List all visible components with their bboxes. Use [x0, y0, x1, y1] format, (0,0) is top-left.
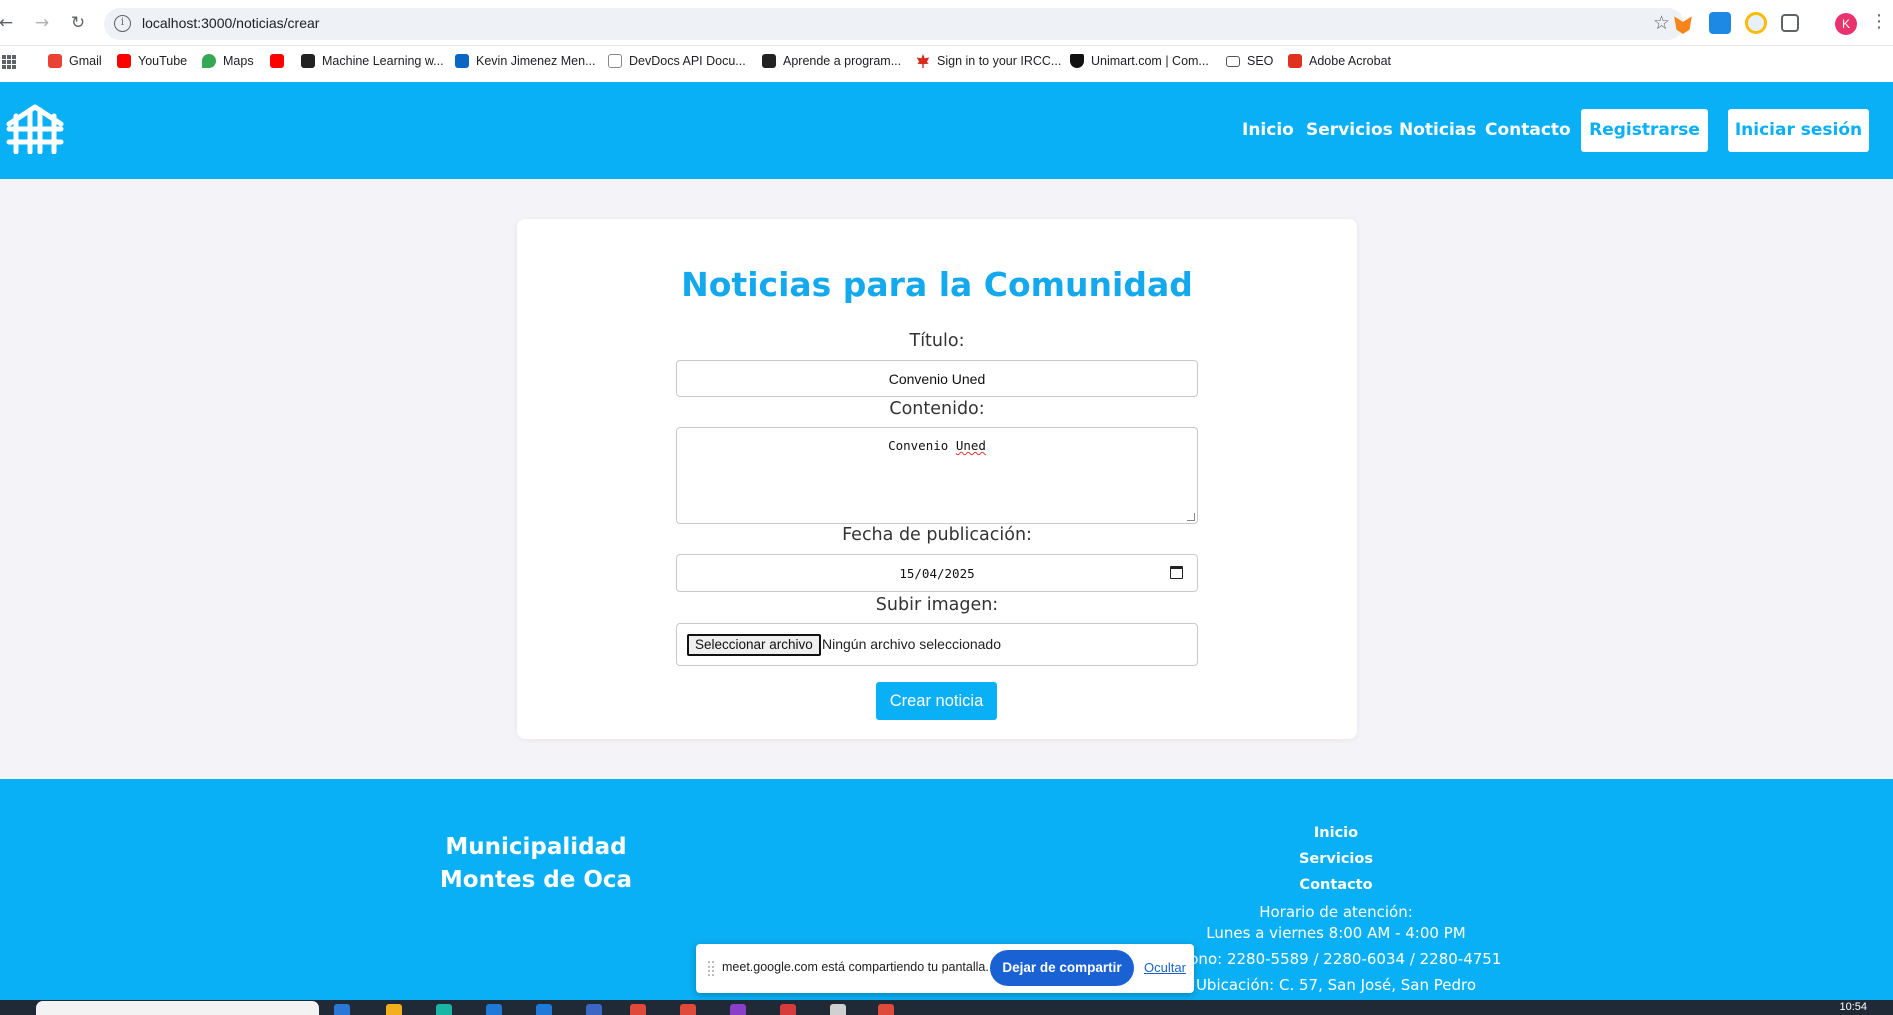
taskbar-app-icon[interactable] — [830, 1004, 846, 1015]
bookmark-aprende[interactable]: Aprende a program... — [762, 54, 901, 68]
taskbar-app-icon[interactable] — [730, 1004, 746, 1015]
taskbar-clock[interactable]: 10:54 — [1839, 1001, 1867, 1013]
acrobat-icon — [1288, 54, 1302, 68]
profile-avatar[interactable]: K — [1835, 13, 1857, 35]
title-input-value[interactable]: Convenio Uned — [677, 371, 1197, 387]
folder-icon — [1226, 55, 1240, 67]
taskbar-search[interactable] — [36, 1001, 319, 1015]
footer-org-name: Municipalidad Montes de Oca — [439, 834, 633, 893]
date-label: Fecha de publicación: — [842, 525, 1032, 545]
youtube-icon — [117, 54, 131, 68]
footer-location: Ubicación: C. 57, San José, San Pedro — [1195, 976, 1477, 994]
resize-handle-icon[interactable] — [1187, 513, 1195, 521]
title-input[interactable]: Convenio Uned — [676, 360, 1198, 397]
date-input-value[interactable]: 15/04/2025 — [677, 566, 1197, 581]
taskbar-app-icon[interactable] — [780, 1004, 796, 1015]
municipality-logo-icon[interactable] — [6, 102, 64, 154]
taskbar-app-icon[interactable] — [680, 1004, 696, 1015]
site-info-icon[interactable]: i — [114, 15, 131, 32]
extension-m-icon[interactable] — [1709, 12, 1731, 34]
stop-sharing-button[interactable]: Dejar de compartir — [990, 950, 1134, 986]
hide-share-bar-link[interactable]: Ocultar — [1144, 960, 1186, 975]
footer-link-contacto[interactable]: Contacto — [1136, 877, 1536, 893]
windows-taskbar: 10:54 — [0, 1000, 1893, 1015]
footer-hours: Lunes a viernes 8:00 AM - 4:00 PM — [1206, 924, 1466, 942]
youtube-music-icon — [270, 54, 284, 68]
address-bar[interactable]: i localhost:3000/noticias/crear ☆ — [104, 8, 1684, 40]
login-button[interactable]: Iniciar sesión — [1728, 109, 1869, 152]
ml-icon — [301, 54, 315, 68]
bookmark-devdocs[interactable]: DevDocs API Docu... — [608, 54, 746, 68]
bookmark-adobe-acrobat[interactable]: Adobe Acrobat — [1288, 54, 1391, 68]
nav-contacto[interactable]: Contacto — [1485, 120, 1571, 140]
drag-handle-icon[interactable] — [708, 961, 714, 976]
bookmark-linkedin[interactable]: Kevin Jimenez Men... — [455, 54, 596, 68]
footer-hours-title: Horario de atención: — [1259, 903, 1413, 921]
create-news-button[interactable]: Crear noticia — [876, 682, 997, 720]
nav-inicio[interactable]: Inicio — [1242, 120, 1294, 140]
taskbar-app-icon[interactable] — [878, 1004, 894, 1015]
select-file-button[interactable]: Seleccionar archivo — [687, 634, 821, 656]
bookmark-folder-seo[interactable]: SEO — [1226, 54, 1273, 68]
back-arrow-icon[interactable]: ← — [0, 11, 18, 35]
browser-toolbar: ← → ↻ i localhost:3000/noticias/crear ☆ … — [0, 0, 1893, 46]
news-form-card: Noticias para la Comunidad Título: Conve… — [517, 219, 1357, 739]
bookmark-star-icon[interactable]: ☆ — [1653, 12, 1670, 34]
footer-phone: léfono: 2280-5589 / 2280-6034 / 2280-475… — [1170, 950, 1502, 968]
bookmarks-bar: Gmail YouTube Maps Machine Learning w...… — [0, 46, 1893, 82]
bookmark-youtube[interactable]: YouTube — [117, 54, 187, 68]
bookmark-ircc[interactable]: Sign in to your IRCC... — [916, 54, 1061, 68]
title-label: Título: — [909, 331, 965, 351]
taskbar-app-icon[interactable] — [436, 1004, 452, 1015]
image-label: Subir imagen: — [875, 595, 999, 615]
taskbar-app-icon[interactable] — [334, 1004, 350, 1015]
page-title: Noticias para la Comunidad — [681, 265, 1193, 304]
chrome-taskbar-icon[interactable] — [630, 1004, 646, 1015]
nav-servicios[interactable]: Servicios — [1306, 120, 1393, 140]
bookmark-unimart[interactable]: Unimart.com | Com... — [1070, 54, 1209, 68]
content-label: Contenido: — [889, 399, 985, 419]
footer-link-servicios[interactable]: Servicios — [1136, 851, 1536, 867]
taskbar-app-icon[interactable] — [486, 1004, 502, 1015]
bookmark-machine-learning[interactable]: Machine Learning w... — [301, 54, 444, 68]
bookmark-maps[interactable]: Maps — [202, 54, 254, 68]
devdocs-icon — [608, 54, 622, 68]
extensions-puzzle-icon[interactable] — [1781, 14, 1799, 32]
register-button[interactable]: Registrarse — [1581, 109, 1708, 152]
code-icon — [762, 54, 776, 68]
bookmark-gmail[interactable]: Gmail — [48, 54, 102, 68]
unimart-icon — [1070, 54, 1084, 68]
address-url[interactable]: localhost:3000/noticias/crear — [142, 15, 319, 31]
linkedin-icon — [455, 54, 469, 68]
screen-share-bar: meet.google.com está compartiendo tu pan… — [696, 944, 1194, 993]
file-explorer-icon[interactable] — [386, 1004, 402, 1015]
bookmark-youtube-music[interactable] — [270, 54, 284, 68]
footer-link-inicio[interactable]: Inicio — [1136, 825, 1536, 841]
date-input[interactable]: 15/04/2025 — [676, 554, 1198, 592]
maple-leaf-icon — [916, 54, 930, 68]
taskbar-app-icon[interactable] — [536, 1004, 552, 1015]
content-textarea-value[interactable]: Convenio Uned — [677, 438, 1197, 453]
taskbar-app-icon[interactable] — [586, 1004, 602, 1015]
screen-share-text: meet.google.com está compartiendo tu pan… — [722, 960, 989, 974]
apps-grid-icon[interactable] — [2, 55, 16, 69]
content-textarea[interactable]: Convenio Uned — [676, 427, 1198, 524]
maps-icon — [202, 54, 216, 68]
nav-noticias[interactable]: Noticias — [1399, 120, 1476, 140]
file-status-text: Ningún archivo seleccionado — [822, 636, 1001, 652]
browser-menu-icon[interactable]: ⋮ — [1870, 12, 1888, 32]
gmail-icon — [48, 54, 62, 68]
forward-arrow-icon[interactable]: → — [30, 11, 54, 35]
extension-search-icon[interactable] — [1745, 12, 1767, 34]
reload-icon[interactable]: ↻ — [66, 11, 90, 35]
site-header: Inicio Servicios Noticias Contacto Regis… — [0, 82, 1893, 179]
calendar-icon[interactable] — [1170, 566, 1183, 579]
file-input[interactable]: Seleccionar archivo Ningún archivo selec… — [676, 623, 1198, 666]
